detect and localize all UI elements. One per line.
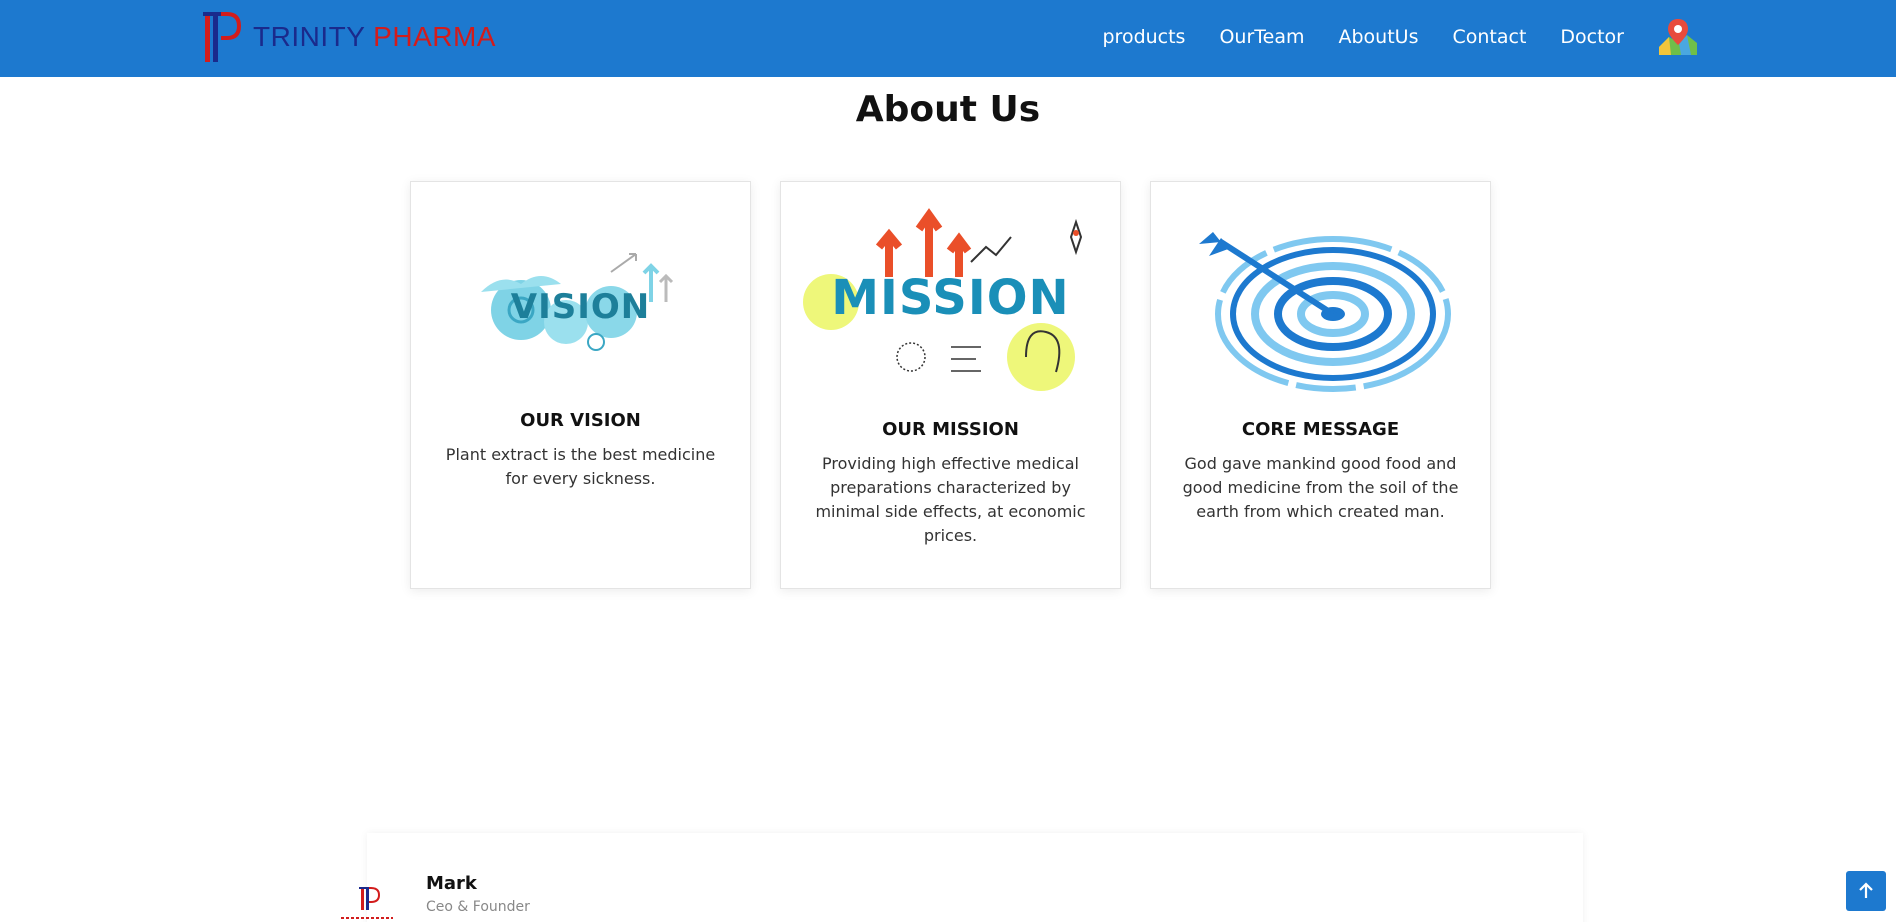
nav-link-aboutus[interactable]: AboutUs: [1339, 26, 1419, 48]
vision-title: OUR VISION: [520, 410, 641, 431]
top-navbar: TRINITY PHARMA products OurTeam AboutUs …: [0, 0, 1896, 77]
core-message-text: God gave mankind good food and good medi…: [1182, 454, 1459, 521]
nav-link-ourteam[interactable]: OurTeam: [1219, 26, 1304, 48]
map-pin-icon[interactable]: [1657, 17, 1699, 57]
mission-image-text: MISSION: [831, 270, 1070, 326]
main-nav: products OurTeam AboutUs Contact Doctor: [1102, 0, 1699, 73]
mission-card: MISSION OUR MISSION Providing high effec…: [780, 181, 1121, 589]
page-title: About Us: [855, 89, 1041, 130]
trinity-small-logo-icon: [341, 887, 393, 919]
brand-name: TRINITY PHARMA: [253, 21, 496, 53]
target-arrow-icon: [1198, 232, 1451, 392]
mission-title: OUR MISSION: [882, 419, 1019, 440]
nav-link-products[interactable]: products: [1102, 26, 1185, 48]
core-message-card: CORE MESSAGE God gave mankind good food …: [1150, 181, 1491, 589]
nav-link-doctor[interactable]: Doctor: [1560, 26, 1624, 48]
team-member-card: [367, 833, 1583, 922]
team-member-role: Ceo & Founder: [426, 899, 530, 915]
back-to-top-button[interactable]: [1846, 871, 1886, 911]
brand-word-2: PHARMA: [373, 21, 496, 52]
vision-image-text: VISION: [510, 287, 651, 327]
core-message-illustration: [1151, 217, 1490, 397]
nav-link-contact[interactable]: Contact: [1452, 26, 1526, 48]
core-message-title: CORE MESSAGE: [1241, 419, 1400, 440]
trinity-logo-icon: [203, 12, 241, 62]
brand-home-link[interactable]: TRINITY PHARMA: [201, 10, 496, 64]
vision-text: Plant extract is the best medicine for e…: [445, 445, 716, 488]
vision-card: VISION OUR VISION Plant extract is the b…: [410, 181, 751, 589]
arrow-up-icon: [1859, 882, 1873, 898]
team-member-name: Mark: [426, 873, 477, 894]
brand-word-1: TRINITY: [253, 21, 365, 52]
mission-text: Providing high effective medical prepara…: [815, 454, 1086, 545]
